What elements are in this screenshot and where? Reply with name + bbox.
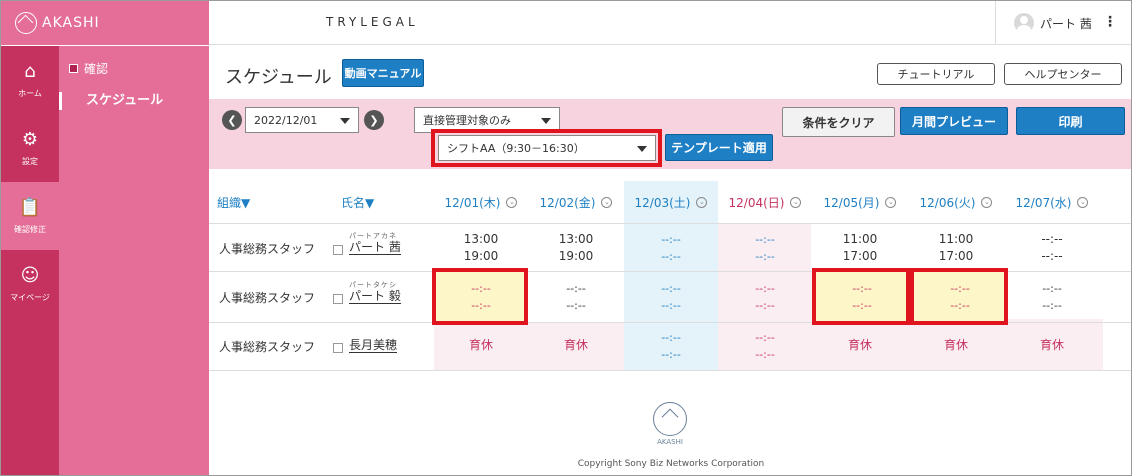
company-name: TRYLEGAL (326, 15, 419, 29)
date-header[interactable]: 12/04(日) ⌄ (718, 181, 812, 223)
copyright: Copyright Sony Biz Networks Corporation (577, 459, 765, 469)
subnav-item-schedule[interactable]: スケジュール (59, 92, 163, 110)
date-header[interactable]: 12/05(月) ⌄ (813, 181, 907, 223)
schedule-cell[interactable]: --:-- --:-- (624, 280, 718, 314)
schedule-cell[interactable]: 13:00 19:00 (529, 231, 623, 265)
name-text: パート 毅 (349, 289, 401, 304)
next-day-icon[interactable]: ❯ (364, 110, 384, 130)
nav-item-home[interactable]: ⌂ ホーム (1, 46, 59, 114)
note-icon[interactable] (333, 245, 343, 255)
schedule-cell[interactable]: 育休 (1005, 337, 1099, 354)
highlight-box (431, 129, 662, 167)
highlight-box (432, 268, 528, 325)
date-header[interactable]: 12/06(火) ⌄ (909, 181, 1003, 223)
date-value: 2022/12/01 (254, 113, 318, 127)
schedule-cell[interactable]: 育休 (813, 337, 907, 354)
schedule-cell[interactable]: --:-- --:-- (718, 329, 812, 363)
prev-day-icon[interactable]: ❮ (222, 110, 242, 130)
date-header[interactable]: 12/02(金) ⌄ (529, 181, 623, 223)
user-name: パート 茜 (1040, 16, 1092, 31)
left-nav: ⌂ ホーム ⚙ 設定 📋 確認修正 ☺ マイページ (1, 46, 59, 475)
name-header[interactable]: 氏名▼ (341, 181, 381, 223)
nav-label: 確認修正 (14, 224, 46, 234)
nav-label: 設定 (22, 156, 38, 166)
schedule-cell[interactable]: 11:00 17:00 (909, 231, 1003, 265)
schedule-cell[interactable]: --:-- --:-- (624, 231, 718, 265)
highlight-box (910, 268, 1008, 325)
schedule-cell[interactable]: --:-- --:-- (1005, 280, 1099, 314)
note-icon[interactable] (333, 294, 343, 304)
chevron-down-icon: ⌄ (601, 196, 613, 208)
monthly-preview-button[interactable]: 月間プレビュー (900, 107, 1008, 135)
chevron-down-icon: ⌄ (981, 196, 993, 208)
chevron-down-icon: ⌄ (506, 196, 518, 208)
gear-icon: ⚙ (21, 128, 39, 150)
nav-label: ホーム (18, 88, 42, 98)
chevron-down-icon: ⌄ (885, 196, 897, 208)
note-icon[interactable] (333, 343, 343, 353)
akashi-logo-icon (15, 12, 37, 34)
chevron-down-icon: ⌄ (696, 196, 708, 208)
scope-value: 直接管理対象のみ (423, 114, 511, 127)
brand-logo[interactable]: AKASHI (1, 1, 209, 45)
subnav-section[interactable]: 確認 (69, 60, 108, 77)
home-icon: ⌂ (24, 60, 36, 82)
nav-item-confirm[interactable]: 📋 確認修正 (1, 182, 59, 250)
chevron-down-icon (541, 118, 551, 124)
schedule-cell[interactable]: 育休 (434, 337, 528, 354)
schedule-cell[interactable]: 育休 (909, 337, 1003, 354)
schedule-cell[interactable]: 13:00 19:00 (434, 231, 528, 265)
name-text: パート 茜 (349, 240, 401, 255)
tutorial-button[interactable]: チュートリアル (877, 63, 995, 85)
date-header[interactable]: 12/07(水) ⌄ (1005, 181, 1099, 223)
schedule-cell[interactable]: --:-- --:-- (718, 280, 812, 314)
avatar (1014, 13, 1034, 33)
schedule-cell[interactable]: --:-- --:-- (1005, 231, 1099, 265)
sub-nav: 確認 スケジュール (59, 46, 209, 475)
highlight-box (812, 268, 910, 325)
page-title: スケジュール (225, 67, 332, 88)
schedule-cell[interactable]: --:-- --:-- (624, 329, 718, 363)
clipboard-icon: 📋 (18, 196, 42, 218)
date-select[interactable]: 2022/12/01 (245, 107, 359, 133)
more-vert-icon[interactable]: ⋮ (1103, 14, 1117, 30)
row-divider (209, 223, 1131, 224)
chevron-down-icon (340, 118, 350, 124)
app-root: AKASHI TRYLEGAL パート 茜 ⋮ ⌂ ホーム ⚙ 設定 📋 確認修… (0, 0, 1132, 476)
chevron-down-icon: ⌄ (790, 196, 802, 208)
schedule-cell[interactable]: 11:00 17:00 (813, 231, 907, 265)
video-manual-button[interactable]: 動画マニュアル (342, 59, 424, 87)
nav-item-mypage[interactable]: ☺ マイページ (1, 250, 59, 318)
top-bar: AKASHI TRYLEGAL パート 茜 ⋮ (1, 1, 1131, 45)
clear-conditions-button[interactable]: 条件をクリア (782, 107, 895, 137)
help-center-button[interactable]: ヘルプセンター (1004, 63, 1122, 85)
schedule-cell[interactable]: --:-- --:-- (529, 280, 623, 314)
date-header[interactable]: 12/03(土) ⌄ (624, 181, 718, 223)
akashi-logo-icon (653, 402, 687, 436)
user-menu[interactable]: パート 茜 ⋮ (995, 1, 1131, 45)
print-button[interactable]: 印刷 (1016, 107, 1125, 135)
footer-logo-word: AKASHI (657, 438, 683, 446)
brand-name: AKASHI (42, 15, 100, 31)
row-dept: 人事総務スタッフ (219, 340, 316, 354)
date-header[interactable]: 12/01(木) ⌄ (434, 181, 528, 223)
subnav-section-label: 確認 (84, 62, 109, 76)
apply-template-button[interactable]: テンプレート適用 (665, 134, 773, 161)
schedule-cell[interactable]: --:-- --:-- (718, 231, 812, 265)
nav-label: マイページ (10, 292, 50, 302)
name-text: 長月美穂 (349, 338, 398, 353)
person-icon: ☺ (20, 264, 40, 286)
collapse-icon (69, 64, 78, 73)
row-dept: 人事総務スタッフ (219, 291, 316, 305)
row-divider (209, 370, 1131, 371)
schedule-cell[interactable]: 育休 (529, 337, 623, 354)
org-header[interactable]: 組織▼ (217, 181, 257, 223)
row-dept: 人事総務スタッフ (219, 242, 316, 256)
chevron-down-icon: ⌄ (1077, 196, 1089, 208)
nav-item-settings[interactable]: ⚙ 設定 (1, 114, 59, 182)
